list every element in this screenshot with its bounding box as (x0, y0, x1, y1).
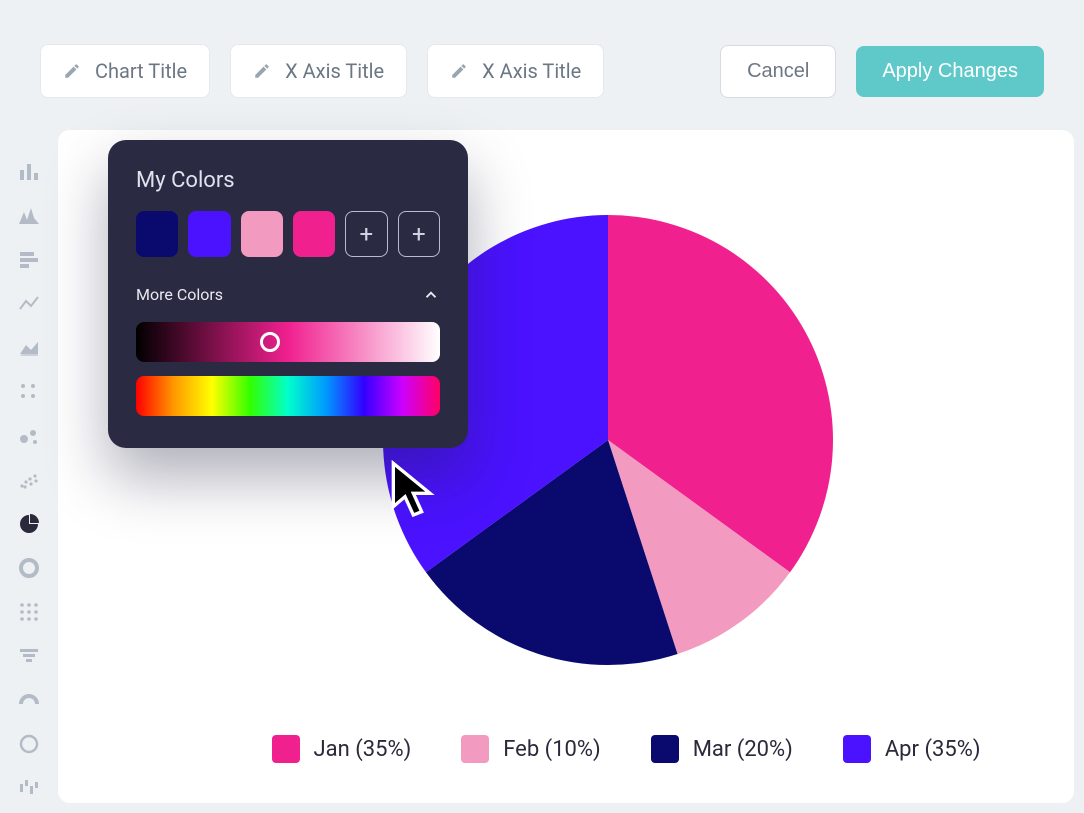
pencil-icon (253, 62, 271, 80)
funnel-icon[interactable] (17, 644, 41, 668)
scatter-dense-icon[interactable] (17, 468, 41, 492)
legend-label: Jan (35%) (314, 737, 412, 762)
waterfall-icon[interactable] (17, 776, 41, 800)
chart-legend: Jan (35%) Feb (10%) Mar (20%) Apr (35%) (178, 735, 1074, 763)
bar-chart-icon[interactable] (17, 160, 41, 184)
x-axis-title-input-1[interactable]: X Axis Title (230, 44, 407, 98)
top-toolbar: Chart Title X Axis Title X Axis Title Ca… (0, 0, 1084, 128)
legend-swatch (843, 735, 871, 763)
legend-item-2[interactable]: Mar (20%) (651, 735, 793, 763)
shade-slider-thumb[interactable] (260, 332, 280, 352)
grid-dots-icon[interactable] (17, 600, 41, 624)
legend-item-3[interactable]: Apr (35%) (843, 735, 981, 763)
area-chart-icon[interactable] (17, 336, 41, 360)
color-swatch-3[interactable] (293, 211, 335, 257)
legend-label: Mar (20%) (693, 737, 793, 762)
color-swatch-0[interactable] (136, 211, 178, 257)
color-swatch-1[interactable] (188, 211, 230, 257)
chart-title-input[interactable]: Chart Title (40, 44, 210, 98)
chevron-up-icon (422, 286, 440, 304)
add-color-button[interactable]: + (398, 211, 440, 257)
x-axis-title-input-2[interactable]: X Axis Title (427, 44, 604, 98)
apply-changes-button[interactable]: Apply Changes (856, 46, 1044, 97)
x-axis-title-1-text: X Axis Title (285, 59, 384, 83)
color-swatch-2[interactable] (241, 211, 283, 257)
hue-slider[interactable] (136, 376, 440, 416)
cancel-button[interactable]: Cancel (720, 45, 836, 98)
shade-slider[interactable] (136, 322, 440, 362)
legend-item-1[interactable]: Feb (10%) (461, 735, 600, 763)
pencil-icon (450, 62, 468, 80)
legend-swatch (461, 735, 489, 763)
chart-type-rail (0, 150, 58, 800)
chart-title-text: Chart Title (95, 59, 187, 83)
pencil-icon (63, 62, 81, 80)
color-picker-popover: My Colors ++ More Colors (108, 140, 468, 448)
bubble-chart-icon[interactable] (17, 424, 41, 448)
legend-swatch (651, 735, 679, 763)
more-colors-toggle[interactable]: More Colors (136, 285, 440, 304)
legend-label: Feb (10%) (503, 737, 600, 762)
area-spikes-icon[interactable] (17, 204, 41, 228)
ring-icon[interactable] (17, 732, 41, 756)
legend-label: Apr (35%) (885, 737, 981, 762)
horizontal-bar-icon[interactable] (17, 248, 41, 272)
legend-swatch (272, 735, 300, 763)
my-colors-heading: My Colors (136, 168, 440, 193)
donut-chart-icon[interactable] (17, 556, 41, 580)
x-axis-title-2-text: X Axis Title (482, 59, 581, 83)
my-colors-swatches: ++ (136, 211, 440, 257)
more-colors-label: More Colors (136, 285, 223, 304)
gauge-icon[interactable] (17, 688, 41, 712)
add-color-button[interactable]: + (345, 211, 387, 257)
pie-chart-icon[interactable] (17, 512, 41, 536)
line-chart-icon[interactable] (17, 292, 41, 316)
legend-item-0[interactable]: Jan (35%) (272, 735, 412, 763)
scatter-sparse-icon[interactable] (17, 380, 41, 404)
